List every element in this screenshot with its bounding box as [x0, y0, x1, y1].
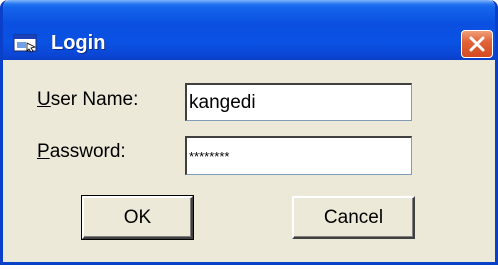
password-field[interactable]: ********	[185, 136, 412, 175]
username-label: User Name:	[37, 89, 138, 111]
password-label-mnemonic: P	[37, 141, 50, 162]
username-label-mnemonic: U	[37, 89, 51, 110]
application-window-icon	[13, 34, 37, 53]
close-button[interactable]	[461, 30, 493, 58]
cancel-button[interactable]: Cancel	[292, 196, 415, 239]
title-bar[interactable]: Login	[3, 0, 495, 60]
username-value: kangedi	[189, 91, 256, 113]
username-label-text: ser Name:	[50, 89, 139, 110]
close-icon	[469, 36, 485, 52]
password-label-text: assword:	[49, 141, 126, 162]
password-value: ********	[189, 148, 230, 164]
ok-button[interactable]: OK	[81, 195, 194, 240]
password-label: Password:	[37, 141, 126, 163]
window-title: Login	[51, 32, 106, 54]
ok-button-label: OK	[123, 206, 152, 228]
username-field[interactable]: kangedi	[185, 83, 412, 121]
cancel-button-label: Cancel	[323, 206, 384, 228]
login-dialog: Login User Name: kangedi Password: *****…	[0, 0, 498, 265]
